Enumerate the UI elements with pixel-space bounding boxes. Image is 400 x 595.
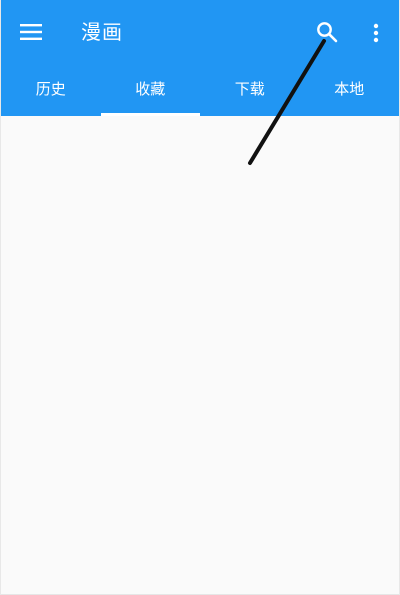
tab-downloads[interactable]: 下载 [200, 64, 300, 116]
tab-bar: 历史 收藏 下载 本地 [1, 64, 399, 116]
tab-label: 收藏 [135, 80, 166, 98]
search-icon [317, 22, 338, 43]
more-vertical-icon [373, 23, 379, 43]
app-screen: 漫画 历史 收藏 下载 本地 [1, 0, 399, 595]
navigation-menu-button[interactable] [11, 14, 51, 50]
tab-label: 下载 [234, 80, 265, 98]
favorites-list-area[interactable] [1, 116, 399, 594]
search-button[interactable] [307, 13, 347, 53]
tab-favorites[interactable]: 收藏 [100, 64, 201, 116]
page-title: 漫画 [81, 20, 123, 44]
hamburger-menu-icon [20, 24, 42, 40]
tab-history[interactable]: 历史 [1, 64, 101, 116]
tab-label: 本地 [334, 80, 365, 98]
tab-local[interactable]: 本地 [300, 64, 400, 116]
app-bar: 漫画 历史 收藏 下载 本地 [1, 0, 399, 116]
toolbar: 漫画 [1, 0, 399, 64]
more-options-button[interactable] [363, 13, 391, 53]
tab-label: 历史 [35, 80, 66, 98]
